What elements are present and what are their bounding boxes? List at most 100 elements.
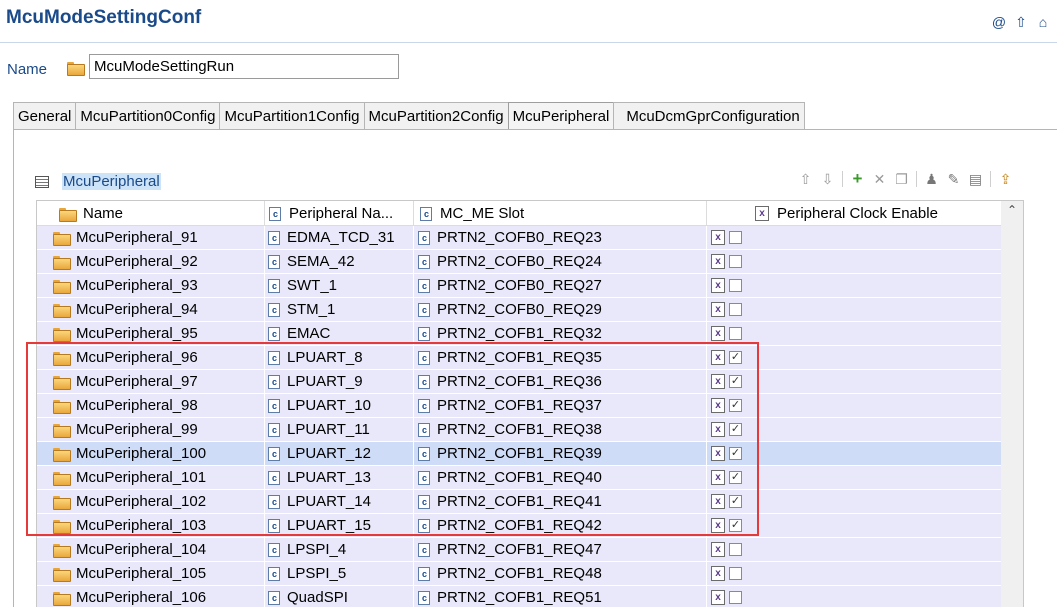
name-cell[interactable]: McuPeripheral_102 xyxy=(37,490,265,513)
table-row[interactable]: McuPeripheral_105 LPSPI_5 PRTN2_COFB1_REQ4… xyxy=(37,562,1003,586)
tab-mcupartition2config[interactable]: McuPartition2Config xyxy=(363,102,509,130)
peripheral-name-cell[interactable]: SEMA_42 xyxy=(265,250,414,273)
table-row[interactable]: McuPeripheral_93 SWT_1 PRTN2_COFB0_REQ27 x xyxy=(37,274,1003,298)
clock-enable-cell[interactable]: x ✓ xyxy=(707,442,1003,465)
import-icon[interactable]: ⇪ xyxy=(996,170,1015,188)
table-row[interactable]: McuPeripheral_98 LPUART_10 PRTN2_COFB1_REQ… xyxy=(37,394,1003,418)
tab-general[interactable]: General xyxy=(13,102,77,130)
clock-enable-cell[interactable]: x ✓ xyxy=(707,346,1003,369)
delete-icon[interactable]: ✕ xyxy=(870,170,889,188)
name-cell[interactable]: McuPeripheral_94 xyxy=(37,298,265,321)
clock-enable-checkbox[interactable] xyxy=(729,543,742,556)
name-cell[interactable]: McuPeripheral_100 xyxy=(37,442,265,465)
slot-cell[interactable]: PRTN2_COFB1_REQ51 xyxy=(414,586,707,607)
clock-enable-checkbox[interactable] xyxy=(729,255,742,268)
peripheral-name-cell[interactable]: EDMA_TCD_31 xyxy=(265,226,414,249)
table-row[interactable]: McuPeripheral_95 EMAC PRTN2_COFB1_REQ32 x xyxy=(37,322,1003,346)
clock-enable-cell[interactable]: x ✓ xyxy=(707,370,1003,393)
peripheral-name-cell[interactable]: STM_1 xyxy=(265,298,414,321)
tab-mcupartition1config[interactable]: McuPartition1Config xyxy=(219,102,365,130)
name-cell[interactable]: McuPeripheral_98 xyxy=(37,394,265,417)
name-cell[interactable]: McuPeripheral_99 xyxy=(37,418,265,441)
at-icon[interactable]: @ xyxy=(991,14,1007,30)
table-row[interactable]: McuPeripheral_96 LPUART_8 PRTN2_COFB1_REQ3… xyxy=(37,346,1003,370)
clock-enable-checkbox[interactable] xyxy=(729,591,742,604)
peripheral-name-cell[interactable]: LPUART_15 xyxy=(265,514,414,537)
table-row[interactable]: McuPeripheral_100 LPUART_12 PRTN2_COFB1_RE… xyxy=(37,442,1003,466)
name-input[interactable] xyxy=(89,54,399,79)
slot-cell[interactable]: PRTN2_COFB1_REQ40 xyxy=(414,466,707,489)
name-cell[interactable]: McuPeripheral_103 xyxy=(37,514,265,537)
scroll-up-icon[interactable]: ⌃ xyxy=(1005,203,1019,217)
slot-cell[interactable]: PRTN2_COFB0_REQ27 xyxy=(414,274,707,297)
name-cell[interactable]: McuPeripheral_106 xyxy=(37,586,265,607)
peripheral-name-cell[interactable]: SWT_1 xyxy=(265,274,414,297)
column-header-peripheral-name[interactable]: Peripheral Na... xyxy=(265,201,414,226)
peripheral-name-cell[interactable]: LPUART_10 xyxy=(265,394,414,417)
peripheral-name-cell[interactable]: LPUART_8 xyxy=(265,346,414,369)
clock-enable-cell[interactable]: x xyxy=(707,586,1003,607)
clock-enable-cell[interactable]: x xyxy=(707,250,1003,273)
clock-enable-cell[interactable]: x xyxy=(707,274,1003,297)
clock-enable-checkbox[interactable] xyxy=(729,279,742,292)
peripheral-name-cell[interactable]: LPSPI_5 xyxy=(265,562,414,585)
section-title[interactable]: McuPeripheral xyxy=(62,173,161,190)
peripheral-name-cell[interactable]: QuadSPI xyxy=(265,586,414,607)
clock-enable-checkbox[interactable] xyxy=(729,303,742,316)
table-row[interactable]: McuPeripheral_99 LPUART_11 PRTN2_COFB1_REQ… xyxy=(37,418,1003,442)
peripheral-name-cell[interactable]: EMAC xyxy=(265,322,414,345)
name-cell[interactable]: McuPeripheral_104 xyxy=(37,538,265,561)
edit-icon[interactable]: ✎ xyxy=(944,170,963,188)
peripheral-name-cell[interactable]: LPUART_14 xyxy=(265,490,414,513)
column-header-clock-enable[interactable]: x Peripheral Clock Enable xyxy=(707,201,1003,226)
clock-enable-cell[interactable]: x ✓ xyxy=(707,466,1003,489)
clock-enable-checkbox[interactable]: ✓ xyxy=(729,375,742,388)
peripheral-name-cell[interactable]: LPUART_11 xyxy=(265,418,414,441)
peripheral-name-cell[interactable]: LPUART_9 xyxy=(265,370,414,393)
move-down-icon[interactable]: ⇩ xyxy=(818,170,837,188)
name-cell[interactable]: McuPeripheral_92 xyxy=(37,250,265,273)
column-header-mc-me-slot[interactable]: MC_ME Slot xyxy=(414,201,707,226)
peripheral-name-cell[interactable]: LPUART_12 xyxy=(265,442,414,465)
clock-enable-checkbox[interactable]: ✓ xyxy=(729,447,742,460)
slot-cell[interactable]: PRTN2_COFB0_REQ24 xyxy=(414,250,707,273)
table-row[interactable]: McuPeripheral_101 LPUART_13 PRTN2_COFB1_RE… xyxy=(37,466,1003,490)
name-cell[interactable]: McuPeripheral_97 xyxy=(37,370,265,393)
user-icon[interactable]: ♟ xyxy=(922,170,941,188)
clock-enable-checkbox[interactable]: ✓ xyxy=(729,471,742,484)
clock-enable-cell[interactable]: x ✓ xyxy=(707,514,1003,537)
table-row[interactable]: McuPeripheral_94 STM_1 PRTN2_COFB0_REQ29 x xyxy=(37,298,1003,322)
table-row[interactable]: McuPeripheral_102 LPUART_14 PRTN2_COFB1_RE… xyxy=(37,490,1003,514)
slot-cell[interactable]: PRTN2_COFB1_REQ32 xyxy=(414,322,707,345)
table-row[interactable]: McuPeripheral_106 QuadSPI PRTN2_COFB1_REQ5… xyxy=(37,586,1003,607)
name-cell[interactable]: McuPeripheral_91 xyxy=(37,226,265,249)
clock-enable-checkbox[interactable]: ✓ xyxy=(729,495,742,508)
name-cell[interactable]: McuPeripheral_101 xyxy=(37,466,265,489)
clock-enable-cell[interactable]: x ✓ xyxy=(707,394,1003,417)
clock-enable-cell[interactable]: x xyxy=(707,298,1003,321)
clock-enable-checkbox[interactable]: ✓ xyxy=(729,351,742,364)
peripheral-name-cell[interactable]: LPSPI_4 xyxy=(265,538,414,561)
clock-enable-cell[interactable]: x xyxy=(707,322,1003,345)
slot-cell[interactable]: PRTN2_COFB1_REQ47 xyxy=(414,538,707,561)
table-row[interactable]: McuPeripheral_91 EDMA_TCD_31 PRTN2_COFB0_R… xyxy=(37,226,1003,250)
clock-enable-checkbox[interactable] xyxy=(729,231,742,244)
clock-enable-checkbox[interactable]: ✓ xyxy=(729,423,742,436)
slot-cell[interactable]: PRTN2_COFB1_REQ42 xyxy=(414,514,707,537)
vertical-scrollbar[interactable]: ⌃ xyxy=(1001,201,1023,607)
move-up-icon[interactable]: ⇧ xyxy=(796,170,815,188)
table-row[interactable]: McuPeripheral_97 LPUART_9 PRTN2_COFB1_REQ3… xyxy=(37,370,1003,394)
clock-enable-cell[interactable]: x ✓ xyxy=(707,418,1003,441)
up-arrow-icon[interactable]: ⇧ xyxy=(1013,14,1029,30)
home-icon[interactable]: ⌂ xyxy=(1035,14,1051,30)
slot-cell[interactable]: PRTN2_COFB1_REQ37 xyxy=(414,394,707,417)
slot-cell[interactable]: PRTN2_COFB1_REQ39 xyxy=(414,442,707,465)
add-icon[interactable]: + xyxy=(848,169,867,188)
slot-cell[interactable]: PRTN2_COFB1_REQ48 xyxy=(414,562,707,585)
tab-mcudcmgprconfiguration[interactable]: McuDcmGprConfiguration xyxy=(613,102,805,130)
slot-cell[interactable]: PRTN2_COFB1_REQ41 xyxy=(414,490,707,513)
column-header-name[interactable]: Name xyxy=(37,201,265,226)
tab-mcuperipheral[interactable]: McuPeripheral xyxy=(507,102,615,130)
slot-cell[interactable]: PRTN2_COFB1_REQ36 xyxy=(414,370,707,393)
copy-icon[interactable]: ❐ xyxy=(892,170,911,188)
